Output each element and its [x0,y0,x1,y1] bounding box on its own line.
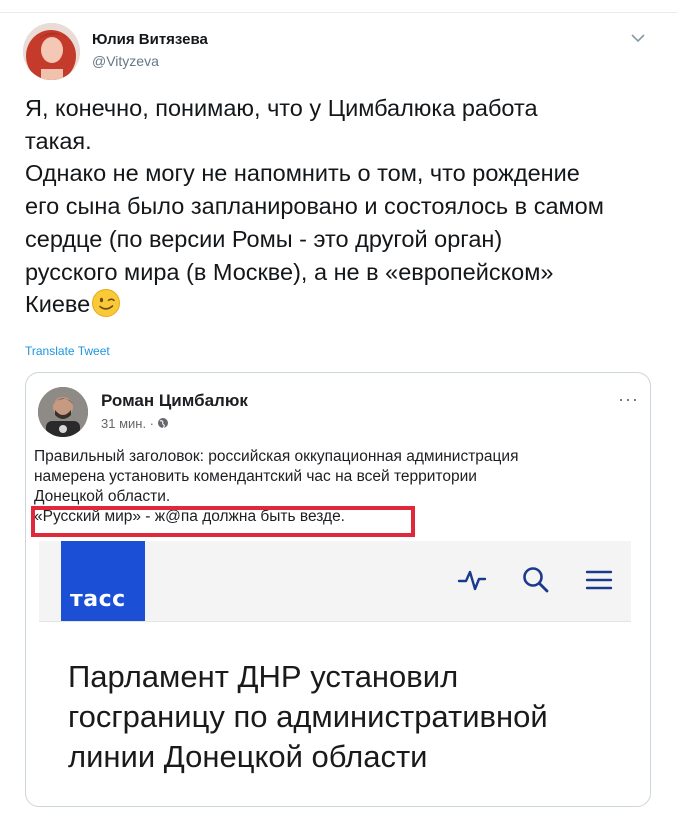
tass-logo: тасс [61,541,145,621]
post-text-line: намерена установить комендантский час на… [34,468,477,485]
tweet-text-line: такая. [25,127,92,154]
post-time-text: 31 мин. · [101,416,155,431]
author-avatar[interactable] [23,23,80,80]
winking-face-emoji-icon [92,289,121,318]
top-divider [0,12,677,13]
headline-line: линии Донецкой области [68,739,428,774]
menu-icon [585,570,613,590]
activity-icon [457,570,487,591]
post-text-line: Правильный заголовок: российская оккупац… [34,448,519,465]
tass-header-bar: тасс [39,541,631,622]
tweet-text-line: сердце (по версии Ромы - это другой орга… [25,225,503,252]
chevron-down-icon[interactable] [630,32,646,44]
search-icon [523,567,549,593]
post-author-avatar [38,387,88,437]
tweet-text-line: Однако не могу не напомнить о том, что р… [25,160,580,187]
author-name[interactable]: Юлия Витязева [92,31,208,48]
tweet-text-line: Я, конечно, понимаю, что у Цимбалюка раб… [25,95,538,121]
post-author-name: Роман Цимбалюк [101,391,248,410]
headline-line: госграницу по административной [68,699,548,734]
tweet-text-line-last: Киеве [25,288,665,321]
tweet-text-line: его сына было запланировано и состоялось… [25,193,604,220]
tass-news-screenshot: тасс Парламент ДНР установил госграницу … [39,541,631,806]
post-text-line: Донецкой области. [34,488,171,505]
embedded-post-screenshot[interactable]: Роман Цимбалюк 31 мин. · ··· Правильный … [25,372,651,807]
globe-icon [158,418,169,429]
headline-line: Парламент ДНР установил [68,659,459,694]
red-highlight-box [31,506,415,537]
tweet-text-line: Киеве [25,291,91,318]
tass-headline: Парламент ДНР установил госграницу по ад… [68,657,628,777]
tweet-text-line: русского мира (в Москве), а не в «европе… [25,258,554,285]
tass-logo-text: тасс [70,587,126,612]
author-handle[interactable]: @Vityzeva [92,53,159,69]
tweet-text: Я, конечно, понимаю, что у Цимбалюка раб… [25,92,665,321]
post-more-options-icon: ··· [618,389,639,409]
post-time: 31 мин. · [101,416,169,431]
translate-tweet-link[interactable]: Translate Tweet [25,344,110,358]
